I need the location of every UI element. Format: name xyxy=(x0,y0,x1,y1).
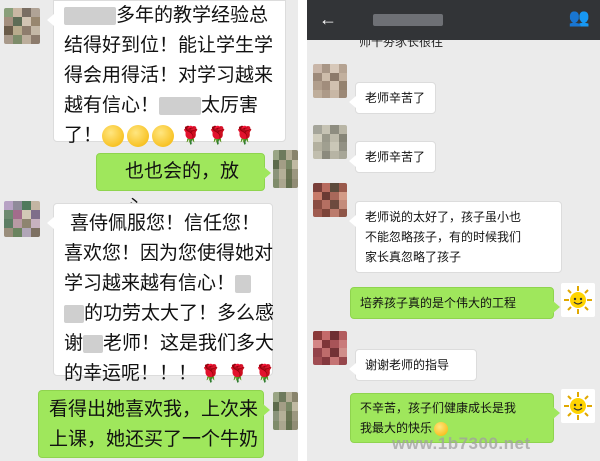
message-line: 越有信心！ 太厉害 xyxy=(64,95,259,116)
message-text: 老师辛苦了 xyxy=(365,150,426,164)
partial-message-text: 师十夯豕长很往 xyxy=(359,40,444,48)
message-line: 的功劳太大了！多么感 xyxy=(64,299,274,329)
message-bubble[interactable]: 喜侍佩服您！信任您！ 喜欢您！因为您使得她对 学习越来越有信心！ 的功劳太大了！… xyxy=(47,203,276,384)
message-line: 谢老师！这是我们多大 xyxy=(64,333,275,354)
message-bubble[interactable]: 老师辛苦了 xyxy=(349,82,436,114)
message-bubble[interactable]: 也也会的，放心 xyxy=(96,153,271,218)
message-bubble[interactable]: 老师辛苦了 xyxy=(349,141,436,173)
contact-avatar[interactable] xyxy=(313,64,347,98)
message-bubble[interactable]: 培养孩子真的是个伟大的工程 xyxy=(350,287,560,319)
redacted-name xyxy=(64,304,84,323)
panel-divider xyxy=(298,0,307,461)
watermark-text: www.1b7300.net xyxy=(392,434,531,453)
back-arrow-icon[interactable]: ← xyxy=(319,9,337,30)
group-members-icon[interactable]: 👥 xyxy=(569,8,590,28)
message-bubble[interactable]: 看得出她喜欢我，上次来 上课，她还买了一个牛奶 xyxy=(38,390,270,458)
screenshot-collage: 多年的教学经验总 结得好到位！能让学生学 得会用得活！对学习越来 越有信心！ 太厉… xyxy=(0,0,600,461)
redacted-name xyxy=(159,96,202,115)
rose-icon: 🌹 xyxy=(234,126,256,145)
smile-emoji-icon xyxy=(152,125,175,147)
message-line: 老师说的太好了，孩子虽小也 xyxy=(365,210,522,224)
message-line: 上课，她还买了一个牛奶 xyxy=(49,429,259,450)
message-bubble[interactable]: 谢谢老师的指导 xyxy=(349,349,477,381)
rose-icon: 🌹 xyxy=(207,126,229,145)
sun-emoji-icon[interactable] xyxy=(561,389,595,423)
message-bubble[interactable]: 老师说的太好了，孩子虽小也 不能忽略孩子，有的时候我们 家长真忽略了孩子 xyxy=(349,201,562,273)
chat-title-bar: ← 👥 xyxy=(307,0,600,40)
left-chat-panel: 多年的教学经验总 结得好到位！能让学生学 得会用得活！对学习越来 越有信心！ 太厉… xyxy=(0,0,298,461)
message-bubble[interactable]: 多年的教学经验总 结得好到位！能让学生学 得会用得活！对学习越来 越有信心！ 太厉… xyxy=(47,0,286,147)
redacted-name xyxy=(64,6,116,25)
message-text: 培养孩子真的是个伟大的工程 xyxy=(360,296,517,310)
message-line: 的幸运呢！！！ 🌹 🌹 🌹 xyxy=(64,363,276,385)
message-line: 多年的教学经验总 xyxy=(64,1,275,31)
rose-icon: 🌹 xyxy=(200,364,222,383)
message-line: 不辛苦，孩子们健康成长是我 xyxy=(360,401,517,415)
sun-emoji-icon[interactable] xyxy=(561,283,595,317)
message-line: 学习越来越有信心！ xyxy=(64,269,262,299)
message-line: 结得好到位！能让学生学 xyxy=(64,35,274,56)
contact-avatar[interactable] xyxy=(313,125,347,159)
smile-emoji-icon xyxy=(127,125,150,147)
message-line: 家长真忽略了孩子 xyxy=(365,250,462,264)
message-line: 喜侍佩服您！信任您！ xyxy=(70,213,261,234)
message-line: 看得出她喜欢我，上次来 xyxy=(49,399,259,420)
rose-icon: 🌹 xyxy=(227,364,249,383)
my-avatar[interactable] xyxy=(273,392,298,430)
rose-icon: 🌹 xyxy=(254,364,276,383)
contact-avatar[interactable] xyxy=(4,8,40,44)
redacted-chat-title xyxy=(373,14,443,26)
message-text: 谢谢老师的指导 xyxy=(365,358,450,372)
message-line: 喜欢您！因为您使得她对 xyxy=(64,243,274,264)
my-avatar[interactable] xyxy=(273,150,298,188)
message-line: 不能忽略孩子，有的时候我们 xyxy=(365,230,522,244)
right-chat-panel: ← 👥 师十夯豕长很往 老师辛苦了 老师辛苦了 老师说的太好了，孩子虽小也 不能… xyxy=(307,0,600,461)
message-text: 老师辛苦了 xyxy=(365,91,426,105)
contact-avatar[interactable] xyxy=(313,331,347,365)
message-line: 了！ 🌹 🌹 🌹 xyxy=(64,125,256,147)
redacted-name xyxy=(235,274,252,293)
smile-emoji-icon xyxy=(102,125,125,147)
message-line: 得会用得活！对学习越来 xyxy=(64,65,274,86)
contact-avatar[interactable] xyxy=(313,183,347,217)
contact-avatar[interactable] xyxy=(4,201,40,237)
rose-icon: 🌹 xyxy=(180,126,202,145)
redacted-name xyxy=(83,334,104,353)
